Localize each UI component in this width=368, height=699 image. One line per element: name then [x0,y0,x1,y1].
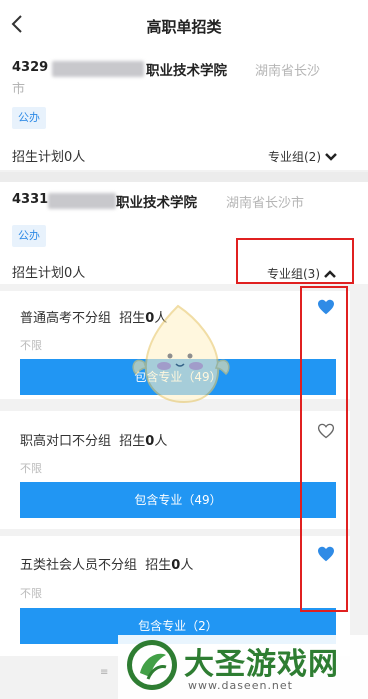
majors-button[interactable]: 包含专业（49） [20,482,336,518]
school-name: 职业技术学院 [116,195,197,211]
enrollment-plan: 招生计划0人 [12,266,86,281]
subgroup-name: 职高对口不分组 招生0人 [20,434,168,449]
school-card[interactable]: 4329 职业技术学院 湖南省长沙 市 公办 招生计划0人 专业组(2) [0,50,368,170]
subgroup-limit: 不限 [20,587,42,600]
site-watermark: 大圣游戏网 www.daseen.net [118,635,368,699]
enrollment-plan: 招生计划0人 [12,150,86,165]
school-name-redacted [52,61,144,77]
school-location: 湖南省长沙市 [226,196,305,211]
school-code: 4329 [12,60,49,75]
bottom-handle: ≡ [100,667,109,678]
subgroup-name: 五类社会人员不分组 招生0人 [20,558,194,573]
highlight-box-favorites [300,286,348,612]
watermark-brand: 大圣游戏网 [184,647,339,682]
subgroup-limit: 不限 [20,462,42,475]
top-bar: 高职单招类 [0,0,368,50]
school-code: 4331 [12,192,49,207]
subgroup-card: 职高对口不分组 招生0人 不限 包含专业（49） [0,411,350,529]
mascot-watermark-icon [132,304,230,404]
page-title: 高职单招类 [146,18,222,36]
school-location-wrap: 市 [12,82,26,97]
watermark-url: www.daseen.net [188,679,293,692]
subgroup-limit: 不限 [20,339,42,352]
group-toggle[interactable]: 专业组(2) [268,148,338,165]
ownership-tag: 公办 [12,107,46,129]
school-name-redacted [48,193,116,209]
divider [0,172,368,182]
school-location: 湖南省长沙 [255,64,321,79]
group-label: 专业组(2) [268,150,321,164]
school-name: 职业技术学院 [146,63,227,79]
highlight-box-group [236,238,354,284]
chevron-down-icon [325,153,337,161]
ownership-tag: 公办 [12,225,46,247]
site-logo-icon [127,640,177,690]
